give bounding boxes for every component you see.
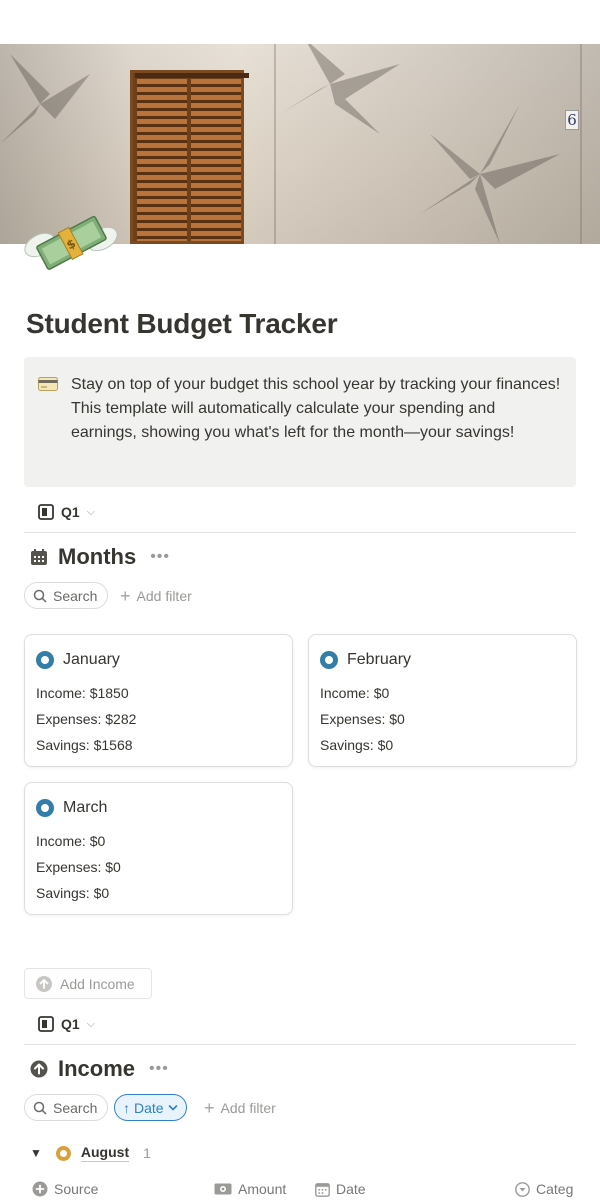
card-income: Income: $1850 (36, 685, 129, 701)
view-tab-q1-income[interactable]: Q1 ⌵ (38, 1012, 95, 1036)
sort-date-button[interactable]: ↑ Date (114, 1094, 187, 1121)
card-savings: Savings: $0 (36, 885, 110, 901)
income-add-filter-button[interactable]: + Add filter (204, 1094, 276, 1121)
income-search-button[interactable]: Search (24, 1094, 109, 1121)
credit-card-icon (38, 377, 58, 391)
board-view-icon (38, 504, 54, 520)
view-divider (24, 532, 576, 533)
more-options-icon[interactable]: ••• (149, 1060, 169, 1078)
select-chevron-icon (515, 1181, 530, 1197)
calendar-icon (31, 549, 47, 565)
arrow-up-circle-icon (36, 975, 52, 992)
card-income: Income: $0 (320, 685, 390, 701)
calendar-icon (315, 1182, 330, 1197)
month-status-icon (36, 651, 54, 669)
chevron-down-icon (168, 1104, 177, 1111)
more-options-icon[interactable]: ••• (150, 548, 170, 566)
view-divider (24, 1044, 576, 1045)
card-income: Income: $0 (36, 833, 106, 849)
add-filter-label: Add filter (220, 1099, 276, 1116)
chevron-down-icon: ⌵ (86, 1017, 96, 1030)
column-label: Amount (238, 1181, 287, 1197)
plus-icon: + (204, 1097, 215, 1118)
house-number-plate: 6 (565, 110, 579, 130)
view-tab-q1-months[interactable]: Q1 ⌵ (38, 500, 95, 524)
card-expenses: Expenses: $0 (36, 859, 121, 875)
search-icon (33, 1101, 47, 1115)
chevron-down-icon: ⌵ (86, 505, 96, 518)
group-count: 1 (143, 1145, 151, 1161)
column-label: Source (54, 1181, 99, 1197)
months-add-filter-button[interactable]: + Add filter (120, 582, 192, 609)
column-header-amount[interactable]: Amount (214, 1180, 286, 1198)
search-icon (33, 589, 47, 603)
card-savings: Savings: $1568 (36, 737, 133, 753)
month-card-march[interactable]: March Income: $0 Expenses: $0 Savings: $… (24, 782, 293, 915)
card-title: March (63, 799, 108, 816)
view-tab-label: Q1 (61, 1016, 80, 1032)
card-expenses: Expenses: $282 (36, 711, 137, 727)
top-bar (0, 0, 600, 44)
plus-icon: + (120, 585, 131, 606)
card-header: January (36, 651, 120, 669)
sort-label: Date (134, 1099, 164, 1116)
card-expenses: Expenses: $0 (320, 711, 405, 727)
view-tab-label: Q1 (61, 504, 80, 520)
plus-circle-icon (32, 1181, 48, 1197)
add-income-button[interactable]: Add Income (24, 968, 152, 999)
arrow-up-icon: ↑ (123, 1099, 130, 1116)
search-label: Search (53, 587, 98, 604)
months-search-button[interactable]: Search (24, 582, 109, 609)
card-savings: Savings: $0 (320, 737, 394, 753)
board-view-icon (38, 1016, 54, 1032)
search-label: Search (53, 1099, 98, 1116)
window-shutter (130, 70, 249, 244)
column-header-category[interactable]: Categ (515, 1180, 573, 1198)
column-label: Categ (536, 1181, 574, 1197)
column-label: Date (336, 1181, 366, 1197)
add-filter-label: Add filter (136, 587, 192, 604)
page-title: Student Budget Tracker (26, 308, 338, 339)
group-august[interactable]: ▼ August 1 (30, 1144, 151, 1162)
month-card-january[interactable]: January Income: $1850 Expenses: $282 Sav… (24, 634, 293, 767)
callout-text: Stay on top of your budget this school y… (71, 376, 561, 441)
card-header: March (36, 799, 107, 817)
income-title[interactable]: Income (58, 1056, 135, 1082)
months-title[interactable]: Months (58, 544, 136, 570)
month-status-icon (320, 651, 338, 669)
shutter-right-panel (191, 79, 241, 241)
month-card-february[interactable]: February Income: $0 Expenses: $0 Savings… (308, 634, 577, 767)
add-income-label: Add Income (60, 975, 135, 992)
income-database-title: Income ••• (30, 1056, 169, 1082)
arrow-up-circle-icon (30, 1060, 48, 1078)
month-status-icon (36, 799, 54, 817)
months-database-title: Months ••• (30, 544, 170, 570)
shutter-rod (135, 73, 249, 78)
column-header-source[interactable]: Source (32, 1180, 98, 1198)
card-title: February (347, 651, 412, 668)
callout-block: Stay on top of your budget this school y… (24, 357, 576, 487)
money-with-wings-icon[interactable]: $ (24, 200, 118, 284)
group-name: August (80, 1144, 130, 1162)
toggle-triangle-icon[interactable]: ▼ (30, 1146, 42, 1160)
card-title: January (63, 651, 120, 668)
column-header-date[interactable]: Date (315, 1180, 366, 1198)
shutter-left-panel (137, 79, 187, 241)
card-header: February (320, 651, 411, 669)
banknote-icon (214, 1183, 232, 1195)
group-status-icon (55, 1145, 71, 1161)
